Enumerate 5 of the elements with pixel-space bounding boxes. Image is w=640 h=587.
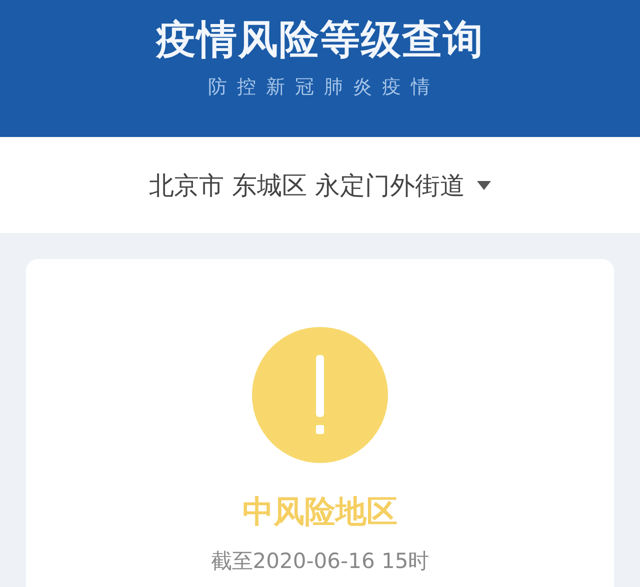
update-time: 截至2020-06-16 15时 [210, 548, 430, 575]
risk-level-label: 中风险地区 [242, 493, 398, 532]
page-title: 疫情风险等级查询 [156, 16, 484, 65]
page-subtitle: 防 控 新 冠 肺 炎 疫 情 [208, 75, 432, 100]
caret-icon [476, 180, 491, 190]
